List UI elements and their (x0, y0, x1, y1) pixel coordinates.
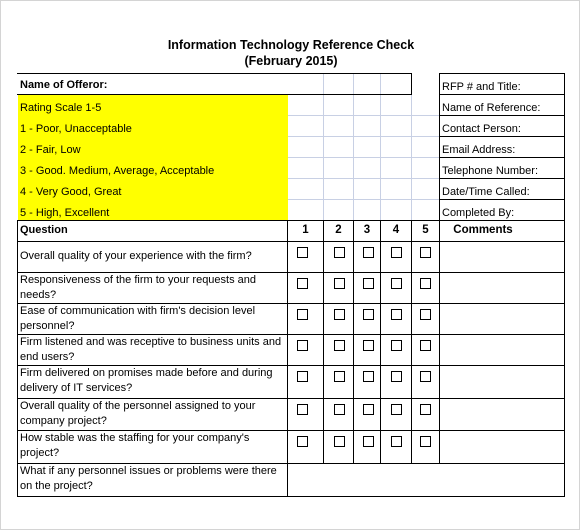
question-5: Firm delivered on promises made before a… (20, 367, 273, 394)
rating-checkbox-q4-1[interactable] (297, 340, 308, 351)
field-name-of-reference[interactable]: Name of Reference: (442, 102, 540, 114)
rating-checkbox-q5-1[interactable] (297, 371, 308, 382)
rating-checkbox-q5-3[interactable] (363, 371, 374, 382)
rating-checkbox-q2-5[interactable] (420, 278, 431, 289)
rating-checkbox-q1-2[interactable] (334, 247, 345, 258)
rating-checkbox-q6-4[interactable] (391, 404, 402, 415)
rating-checkbox-q4-4[interactable] (391, 340, 402, 351)
rating-checkbox-q2-1[interactable] (297, 278, 308, 289)
rating-checkbox-q6-2[interactable] (334, 404, 345, 415)
question-1: Overall quality of your experience with … (20, 250, 252, 262)
rating-checkbox-q7-1[interactable] (297, 436, 308, 447)
rating-checkbox-q6-5[interactable] (420, 404, 431, 415)
rating-checkbox-q3-5[interactable] (420, 309, 431, 320)
field-rfp-title[interactable]: RFP # and Title: (442, 81, 521, 93)
rating-header-5: 5 (422, 224, 429, 236)
rating-checkbox-q3-2[interactable] (334, 309, 345, 320)
rating-checkbox-q1-5[interactable] (420, 247, 431, 258)
rating-checkbox-q4-5[interactable] (420, 340, 431, 351)
rating-scale-item: 1 - Poor, Unacceptable (20, 123, 132, 135)
gridline (287, 199, 439, 200)
question-4: Firm listened and was receptive to busin… (20, 336, 282, 363)
question-header: Question (20, 224, 68, 236)
field-contact-person[interactable]: Contact Person: (442, 123, 521, 135)
rating-checkbox-q7-3[interactable] (363, 436, 374, 447)
rating-checkbox-q7-2[interactable] (334, 436, 345, 447)
field-date-time-called[interactable]: Date/Time Called: (442, 186, 530, 198)
rating-header-4: 4 (392, 224, 400, 236)
rating-checkbox-q7-4[interactable] (391, 436, 402, 447)
rating-checkbox-q7-5[interactable] (420, 436, 431, 447)
rating-scale-item: 3 - Good. Medium, Average, Acceptable (20, 165, 215, 177)
rating-scale-item: 5 - High, Excellent (20, 207, 110, 219)
gridline (287, 178, 439, 179)
rating-checkbox-q5-2[interactable] (334, 371, 345, 382)
rating-scale-item: 4 - Very Good, Great (20, 186, 122, 198)
question-6: Overall quality of the personnel assigne… (20, 400, 256, 427)
gridline (287, 157, 439, 158)
rating-header-3: 3 (363, 224, 371, 236)
rating-checkbox-q2-4[interactable] (391, 278, 402, 289)
question-3: Ease of communication with firm's decisi… (20, 305, 256, 332)
rating-checkbox-q1-1[interactable] (297, 247, 308, 258)
rating-checkbox-q2-2[interactable] (334, 278, 345, 289)
rating-checkbox-q5-5[interactable] (420, 371, 431, 382)
document-subtitle: (February 2015) (244, 54, 338, 68)
question-8: What if any personnel issues or problems… (20, 465, 277, 492)
rating-checkbox-q1-3[interactable] (363, 247, 374, 258)
field-completed-by[interactable]: Completed By: (442, 207, 514, 219)
gridline (287, 136, 439, 137)
offeror-label: Name of Offeror: (20, 79, 108, 91)
rating-scale-title: Rating Scale 1-5 (20, 102, 102, 114)
rating-checkbox-q3-1[interactable] (297, 309, 308, 320)
rating-checkbox-q3-4[interactable] (391, 309, 402, 320)
rating-checkbox-q6-1[interactable] (297, 404, 308, 415)
question-2: Responsiveness of the firm to your reque… (20, 274, 257, 301)
question-7: How stable was the staffing for your com… (20, 432, 250, 459)
rating-checkbox-q6-3[interactable] (363, 404, 374, 415)
rating-checkbox-q4-3[interactable] (363, 340, 374, 351)
rating-checkbox-q5-4[interactable] (391, 371, 402, 382)
rating-header-1: 1 (302, 224, 309, 236)
comments-header: Comments (453, 224, 513, 236)
gridline (287, 115, 439, 116)
field-email-address[interactable]: Email Address: (442, 144, 515, 156)
rating-checkbox-q3-3[interactable] (363, 309, 374, 320)
rating-checkbox-q1-4[interactable] (391, 247, 402, 258)
field-telephone-number[interactable]: Telephone Number: (442, 165, 538, 177)
rating-checkbox-q2-3[interactable] (363, 278, 374, 289)
rating-checkbox-q4-2[interactable] (334, 340, 345, 351)
rating-scale-item: 2 - Fair, Low (20, 144, 81, 156)
rating-header-2: 2 (335, 224, 342, 236)
document-title: Information Technology Reference Check (167, 38, 415, 52)
